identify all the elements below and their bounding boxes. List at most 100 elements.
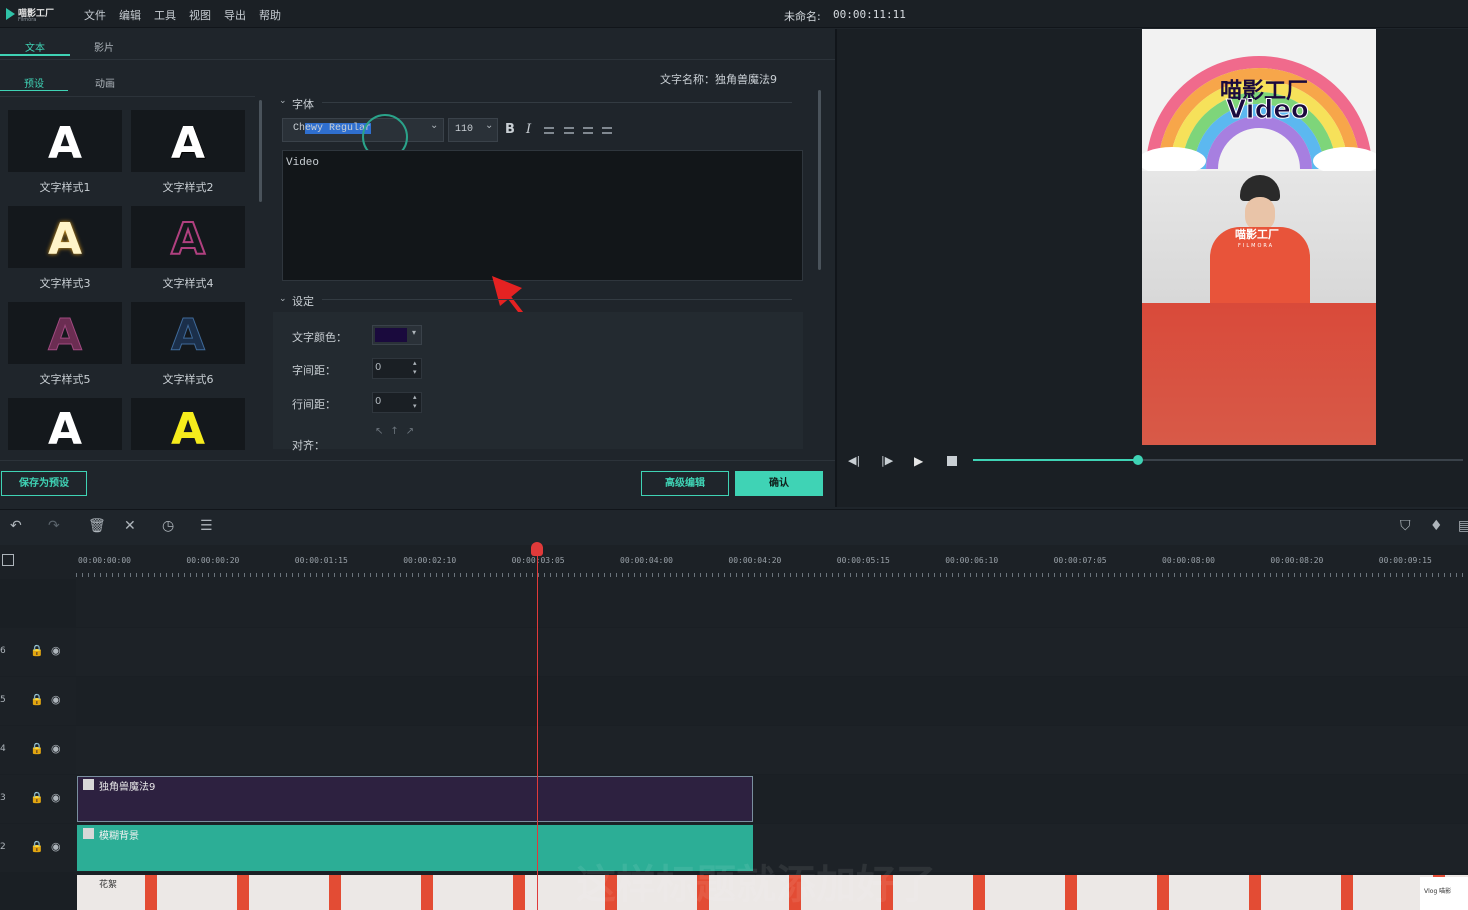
- track-header-2: 2 🔒 ◉: [0, 824, 76, 872]
- chevron-down-icon[interactable]: ⌄: [279, 96, 287, 106]
- ruler-ticks: [76, 573, 1468, 577]
- align-left-icon[interactable]: [544, 127, 554, 134]
- advanced-edit-button[interactable]: 高级编辑: [641, 471, 729, 496]
- adjust-icon[interactable]: ☰: [200, 518, 213, 534]
- presets-scrollbar[interactable]: [259, 100, 262, 202]
- stepper-arrows-icon[interactable]: ▴ ▾: [413, 359, 417, 377]
- preset-label: 文字样式1: [39, 181, 91, 194]
- ruler-tick-label: 00:00:04:20: [728, 556, 782, 565]
- subtab-animation[interactable]: 动画: [70, 75, 140, 90]
- cut-icon[interactable]: ✕: [124, 518, 136, 534]
- editor-scrollbar[interactable]: [818, 90, 821, 270]
- overlay-video-text: Video: [1226, 95, 1310, 126]
- menu-export[interactable]: 导出: [224, 7, 246, 23]
- preset-style-6[interactable]: A: [131, 302, 245, 364]
- text-color-picker[interactable]: ▾: [372, 325, 422, 345]
- italic-button[interactable]: I: [526, 122, 531, 137]
- preset-style-4[interactable]: A: [131, 206, 245, 268]
- divider: [322, 102, 792, 103]
- ruler-tick-label: 00:00:01:15: [294, 556, 348, 565]
- prev-frame-icon[interactable]: ◀|: [848, 454, 860, 467]
- chevron-down-icon: ⌄: [430, 120, 439, 131]
- line-spacing-label: 行间距：: [292, 398, 336, 411]
- text-name-label: 文字名称：独角兽魔法9: [660, 73, 777, 86]
- playhead[interactable]: [537, 545, 538, 910]
- ruler-tick-label: 00:00:00:00: [78, 556, 131, 565]
- preset-glyph: A: [47, 118, 83, 169]
- font-family-value: Chewy Regular: [293, 123, 372, 134]
- preset-style-7[interactable]: A: [8, 398, 122, 450]
- more-icon[interactable]: ▤: [1458, 518, 1468, 534]
- microphone-icon[interactable]: ♦: [1430, 518, 1443, 534]
- preset-style-2[interactable]: A: [131, 110, 245, 172]
- menu-tools[interactable]: 工具: [154, 7, 176, 23]
- menu-view[interactable]: 视图: [189, 7, 211, 23]
- video-clip-label: 花絮: [99, 880, 118, 890]
- align-justify-icon[interactable]: [602, 127, 612, 134]
- ruler-tick-label: 00:00:02:10: [403, 556, 457, 565]
- preset-style-8[interactable]: A: [131, 398, 245, 450]
- tab-text[interactable]: 文本: [0, 39, 70, 54]
- stepper-arrows-icon[interactable]: ▴ ▾: [413, 393, 417, 411]
- preset-glyph: A: [170, 213, 206, 266]
- stop-icon[interactable]: [947, 456, 957, 466]
- background-clip-icon: [83, 828, 94, 839]
- marker-icon[interactable]: ⛉: [1400, 518, 1411, 534]
- preset-label: 文字样式4: [162, 277, 214, 290]
- preset-style-3[interactable]: A: [8, 206, 122, 268]
- blurred-background: [1142, 303, 1376, 445]
- video-preview[interactable]: 喵影工厂 Video 喵影工厂 FILMORA: [1142, 29, 1376, 445]
- play-icon[interactable]: ▶: [914, 454, 923, 468]
- ruler-tick-label: 00:00:04:00: [620, 556, 673, 565]
- font-size-value: 110: [455, 124, 474, 135]
- preset-glyph: A: [170, 118, 206, 169]
- title-clip[interactable]: [77, 776, 753, 822]
- tab-film[interactable]: 影片: [70, 39, 138, 54]
- eye-icon[interactable]: ◉: [51, 840, 61, 853]
- preset-style-1[interactable]: A: [8, 110, 122, 172]
- undo-icon[interactable]: ↶: [10, 518, 22, 534]
- save-preset-button[interactable]: 保存为预设: [1, 471, 87, 496]
- align-center-icon[interactable]: [564, 127, 574, 134]
- preset-glyph: A: [47, 404, 83, 450]
- lock-icon[interactable]: 🔒: [30, 791, 44, 804]
- menu-bar: [0, 0, 1468, 28]
- lock-icon[interactable]: 🔒: [30, 644, 44, 657]
- divider: [0, 96, 255, 97]
- scrubber-handle[interactable]: [1133, 455, 1143, 465]
- track-header-5: 5 🔒 ◉: [0, 677, 76, 725]
- title-clip-label: 独角兽魔法9: [99, 782, 156, 793]
- eye-icon[interactable]: ◉: [51, 742, 61, 755]
- align-grid-icons[interactable]: ↖↑↗: [375, 426, 421, 437]
- eye-icon[interactable]: ◉: [51, 693, 61, 706]
- playhead-handle[interactable]: [531, 542, 543, 556]
- track-row-4[interactable]: [76, 726, 1468, 774]
- menu-edit[interactable]: 编辑: [119, 7, 141, 23]
- lock-icon[interactable]: 🔒: [30, 840, 44, 853]
- menu-help[interactable]: 帮助: [259, 7, 281, 23]
- preset-glyph: A: [170, 310, 206, 362]
- step-forward-icon[interactable]: |▶: [881, 454, 893, 467]
- project-title: 未命名:: [784, 10, 821, 23]
- delete-icon[interactable]: 🗑: [88, 518, 106, 534]
- lock-icon[interactable]: 🔒: [30, 742, 44, 755]
- redo-icon[interactable]: ↷: [48, 518, 60, 534]
- chevron-down-icon[interactable]: ⌄: [279, 294, 287, 304]
- eye-icon[interactable]: ◉: [51, 644, 61, 657]
- track-row-6[interactable]: [76, 628, 1468, 676]
- project-duration: 00:00:11:11: [833, 8, 906, 21]
- track-row-5[interactable]: [76, 677, 1468, 725]
- eye-icon[interactable]: ◉: [51, 791, 61, 804]
- lock-icon[interactable]: 🔒: [30, 693, 44, 706]
- preset-label: 文字样式2: [162, 181, 214, 194]
- letter-spacing-value: 0: [375, 362, 382, 373]
- menu-file[interactable]: 文件: [84, 7, 106, 23]
- confirm-button[interactable]: 确认: [735, 471, 823, 496]
- text-content-input[interactable]: Video: [282, 150, 803, 281]
- preset-style-5[interactable]: A: [8, 302, 122, 364]
- subtab-presets[interactable]: 预设: [0, 75, 68, 90]
- bold-button[interactable]: B: [505, 122, 515, 137]
- add-track-icon[interactable]: [2, 554, 14, 566]
- clock-icon[interactable]: ◷: [162, 518, 174, 534]
- align-right-icon[interactable]: [583, 127, 593, 134]
